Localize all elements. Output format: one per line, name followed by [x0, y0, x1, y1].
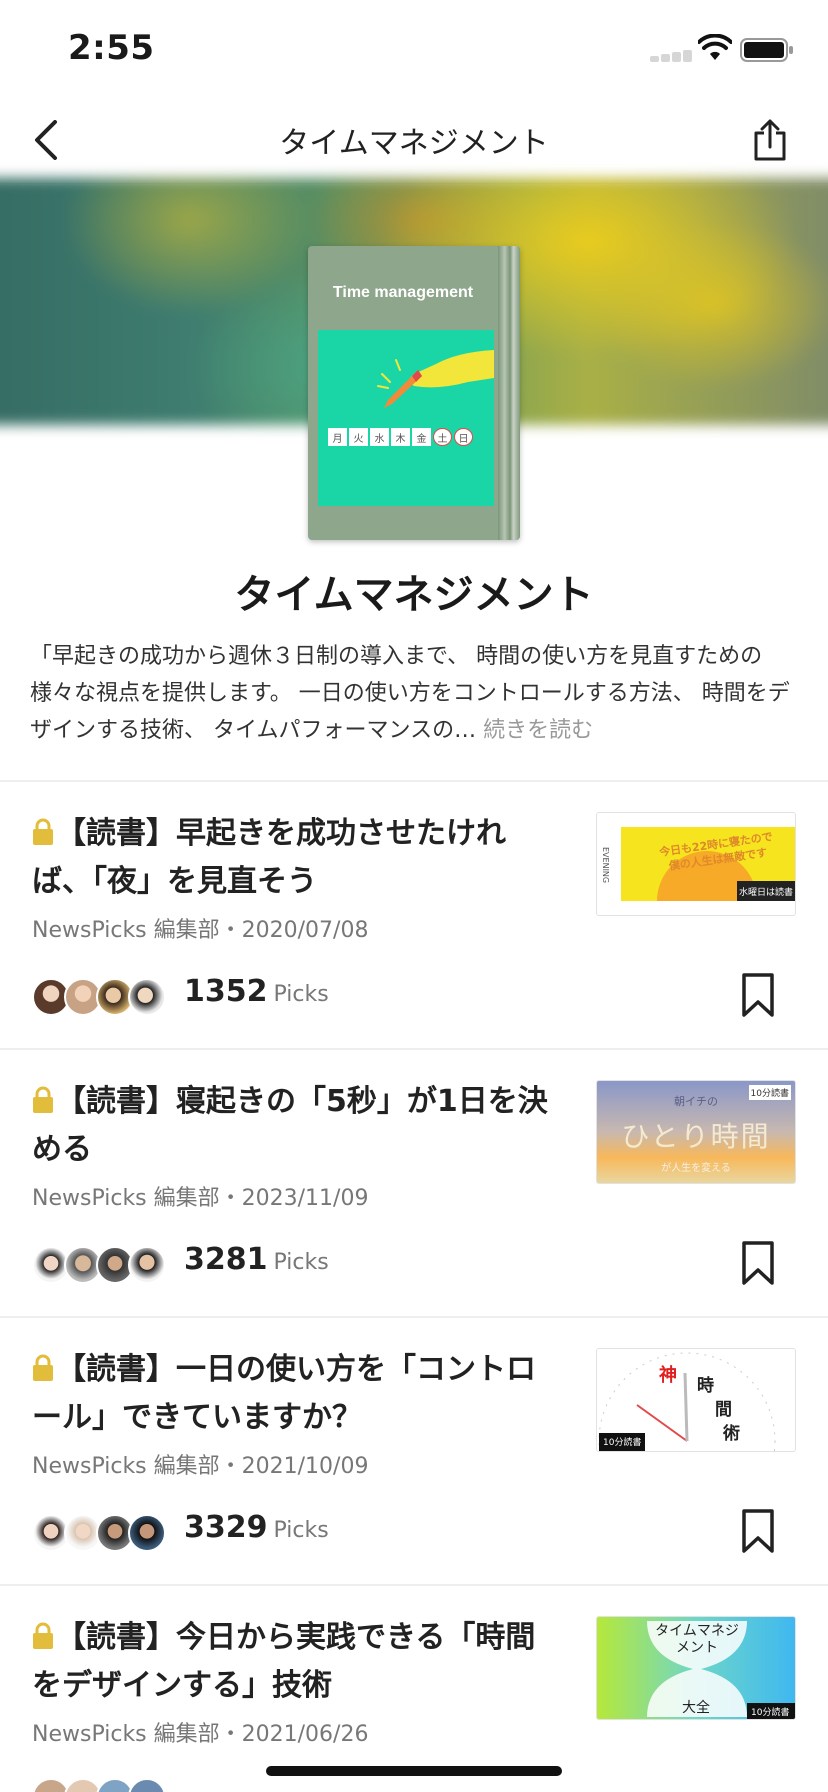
pick-count: 3329 Picks	[184, 1510, 329, 1545]
article-title: 【読書】今日から実践できる「時間をデザインする」技術	[32, 1614, 562, 1710]
thumb-line: 神	[659, 1365, 677, 1386]
article-title-text: 【読書】一日の使い方を「コントロール」できていますか？	[32, 1352, 536, 1435]
article-title-text: 【読書】寝起きの「5秒」が1日を決める	[32, 1084, 548, 1167]
avatar	[128, 1778, 166, 1792]
thumb-badge: 10分読書	[603, 1438, 642, 1448]
pick-count: 1352 Picks	[184, 974, 329, 1009]
pick-number: 3281	[184, 1242, 268, 1277]
avatar	[128, 1514, 166, 1552]
cover-illustration: 月 火 水 木 金 土 日	[318, 330, 494, 506]
share-button[interactable]	[742, 112, 798, 168]
weekday-cell: 水	[370, 428, 389, 446]
battery-icon	[740, 38, 793, 62]
article-title-text: 【読書】今日から実践できる「時間をデザインする」技術	[32, 1620, 536, 1703]
avatar	[128, 978, 166, 1016]
weekday-cell: 木	[391, 428, 410, 446]
pick-count: 3281 Picks	[184, 1242, 329, 1277]
article-thumbnail: 今日も22時に寝たので 僕の人生は無敵です EVENING 水曜日は読書	[596, 812, 796, 916]
article-title: 【読書】一日の使い方を「コントロール」できていますか？	[32, 1346, 562, 1442]
lock-icon	[33, 818, 53, 845]
picker-avatars	[32, 1778, 168, 1792]
share-icon	[754, 119, 786, 161]
thumb-badge: 水曜日は読書	[739, 888, 794, 898]
status-time: 2:55	[68, 28, 155, 68]
picks-label: Picks	[273, 1518, 329, 1543]
article-item[interactable]: 【読書】今日から実践できる「時間をデザインする」技術 NewsPicks 編集部…	[0, 1586, 828, 1792]
weekday-cell: 月	[328, 428, 347, 446]
article-meta: NewsPicks 編集部・2020/07/08	[32, 918, 369, 943]
weekday-cell: 火	[349, 428, 368, 446]
cellular-signal-icon	[650, 50, 694, 62]
picker-avatars	[32, 1246, 168, 1286]
bookmark-icon[interactable]	[738, 972, 778, 1018]
picker-avatars	[32, 978, 168, 1018]
article-thumbnail: タイムマネジメント 大全 10分読書	[596, 1616, 796, 1720]
lock-icon	[33, 1354, 53, 1381]
thumb-badge: 10分読書	[751, 1708, 790, 1718]
weekday-row: 月 火 水 木 金 土 日	[328, 428, 473, 446]
pick-number: 1352	[184, 974, 268, 1009]
thumb-line: タイムマネジメント	[655, 1623, 739, 1656]
status-bar: 2:55	[0, 0, 828, 96]
wifi-icon	[698, 34, 732, 60]
navigation-bar: タイムマネジメント	[0, 96, 828, 184]
article-title: 【読書】寝起きの「5秒」が1日を決める	[32, 1078, 562, 1174]
article-meta: NewsPicks 編集部・2021/10/09	[32, 1454, 369, 1479]
article-title-text: 【読書】早起きを成功させたければ、「夜」を見直そう	[32, 816, 506, 899]
page-title: タイムマネジメント	[279, 126, 549, 161]
book-spine	[498, 246, 520, 540]
collection-cover: Time management 月 火 水 木 金 土 日	[308, 246, 520, 540]
read-more-link[interactable]: 続きを読む	[483, 718, 593, 743]
description-text: 「早起きの成功から週休３日制の導入まで、 時間の使い方を見直すための様々な視点を…	[30, 644, 790, 743]
thumb-line: 間	[715, 1400, 732, 1420]
weekday-cell: 土	[433, 428, 452, 446]
article-thumbnail: 朝イチの ひとり時間 が人生を変える 10分読書	[596, 1080, 796, 1184]
thumb-badge: 10分読書	[748, 1085, 791, 1100]
article-meta: NewsPicks 編集部・2023/11/09	[32, 1186, 369, 1211]
lock-icon	[33, 1622, 53, 1649]
thumb-line: が人生を変える	[661, 1163, 731, 1174]
article-item[interactable]: 【読書】早起きを成功させたければ、「夜」を見直そう NewsPicks 編集部・…	[0, 782, 828, 1050]
thumb-line: 術	[723, 1424, 740, 1444]
thumb-side-label: EVENING	[601, 847, 610, 884]
pick-number: 3329	[184, 1510, 268, 1545]
cover-title: Time management	[332, 284, 474, 301]
picker-avatars	[32, 1514, 168, 1554]
thumb-line: ひとり時間	[621, 1120, 771, 1153]
weekday-cell: 金	[412, 428, 431, 446]
home-indicator[interactable]	[266, 1766, 562, 1776]
article-item[interactable]: 【読書】寝起きの「5秒」が1日を決める NewsPicks 編集部・2023/1…	[0, 1050, 828, 1318]
thumb-line: 時	[697, 1376, 714, 1396]
picks-label: Picks	[273, 1250, 329, 1275]
weekday-cell: 日	[454, 428, 473, 446]
lock-icon	[33, 1086, 53, 1113]
avatar	[128, 1246, 166, 1284]
bookmark-icon[interactable]	[738, 1240, 778, 1286]
article-item[interactable]: 【読書】一日の使い方を「コントロール」できていますか？ NewsPicks 編集…	[0, 1318, 828, 1586]
article-meta: NewsPicks 編集部・2021/06/26	[32, 1722, 369, 1747]
article-title: 【読書】早起きを成功させたければ、「夜」を見直そう	[32, 810, 562, 906]
collection-description: 「早起きの成功から週休３日制の導入まで、 時間の使い方を見直すための様々な視点を…	[30, 638, 800, 749]
bookmark-icon[interactable]	[738, 1508, 778, 1554]
picks-label: Picks	[273, 982, 329, 1007]
article-thumbnail: 神 時 間 術 10分読書	[596, 1348, 796, 1452]
hand-pencil-icon	[377, 350, 494, 408]
collection-title: タイムマネジメント	[234, 572, 594, 618]
